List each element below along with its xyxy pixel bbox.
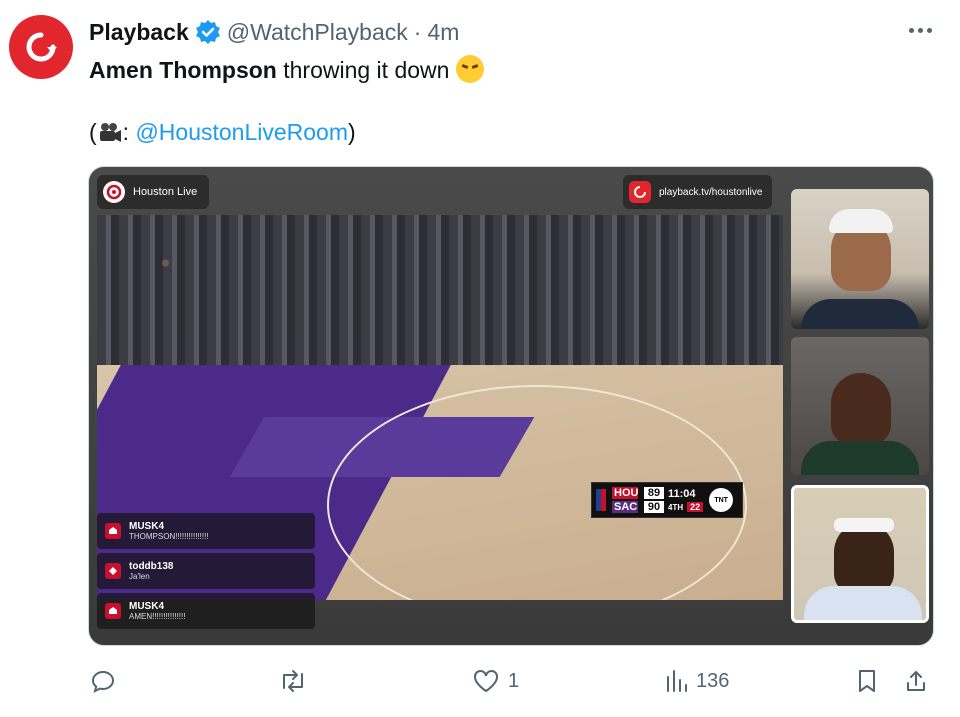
chat-username: MUSK4 [129,521,165,532]
webcam-torso [801,441,919,475]
stream-label-text: Houston Live [133,186,198,198]
cap-shape [829,209,893,233]
webcam-3 [791,485,929,623]
share-button[interactable] [904,668,928,694]
team-1-abbr: HOU [612,487,639,499]
chat-user-icon [105,603,121,619]
chat-message: MUSK4 AMEN!!!!!!!!!!!!!!! [97,593,315,629]
bookmark-icon [859,670,875,692]
tnt-logo: TNT [709,488,734,512]
chat-text: AMEN!!!!!!!!!!!!!!! [129,612,186,621]
paren-close: ) [348,119,356,145]
angry-face-emoji-icon [455,55,484,83]
scoreboard: HOU 89 SAC 90 11:04 4TH 22 TNT [591,482,743,518]
views-button[interactable]: 136 [664,668,729,694]
stream-url-text: playback.tv/houstonlive [659,186,763,198]
playback-small-logo-icon [629,181,651,203]
tweet-text-line-1: Amen Thompson throwing it down [89,55,484,84]
headband-shape [834,518,894,532]
tweet-actions: 1 136 [88,662,934,702]
mention-link[interactable]: @HoustonLiveRoom [135,119,348,145]
tweet-text-line-2: ( : @HoustonLiveRoom) [89,119,356,150]
chat-message: MUSK4 THOMPSON!!!!!!!!!!!!!!! [97,513,315,549]
playback-logo-icon [26,32,57,62]
retweet-button[interactable] [278,668,316,694]
tweet-timestamp[interactable]: 4m [427,19,459,46]
share-icon [907,671,925,691]
webcam-person [831,373,891,445]
bookmark-button[interactable] [856,668,878,694]
header-separator: · [413,18,422,45]
video-camera-emoji-icon [97,122,123,150]
like-count: 1 [508,669,520,692]
chat-message: toddb138 Ja'len [97,553,315,589]
views-chart-icon [667,670,687,692]
chat-overlay: MUSK4 THOMPSON!!!!!!!!!!!!!!! toddb138 Ja'… [97,513,315,633]
crowd-area [97,215,783,375]
team-2-abbr: SAC [612,501,638,513]
chat-user-icon [105,563,121,579]
tweet-text-bold: Amen Thompson [89,57,277,83]
webcam-person [834,522,894,594]
author-handle[interactable]: @WatchPlayback [227,19,408,46]
tweet-text-rest: throwing it down [276,57,450,83]
game-clock: 11:04 [668,488,696,500]
shot-clock: 22 [687,502,704,512]
like-button[interactable]: 1 [472,668,519,694]
views-count: 136 [696,669,730,692]
reply-icon [91,670,115,693]
video-media[interactable]: Houston Live playback.tv/houstonlive HOU… [88,166,934,646]
tweet-header: Playback @WatchPlayback · 4m [89,17,459,47]
chat-text: Ja'len [129,572,150,581]
colon-text: : [122,119,136,145]
chat-username: toddb138 [129,561,174,572]
nba-logo-icon [596,489,606,511]
chat-text: THOMPSON!!!!!!!!!!!!!!! [129,532,209,541]
team-2-score: 90 [644,501,664,513]
author-name[interactable]: Playback [89,19,189,46]
game-period: 4TH [668,502,684,512]
webcam-torso [801,299,919,329]
heart-icon [474,670,498,693]
stream-url-label: playback.tv/houstonlive [623,175,773,209]
webcam-2 [791,337,929,475]
chat-username: MUSK4 [129,601,165,612]
paren-open: ( [89,119,97,145]
reply-button[interactable] [90,668,124,694]
retweet-icon [283,670,303,692]
houston-live-logo-icon [103,181,125,203]
stream-label: Houston Live [97,175,210,209]
chat-user-icon [105,523,121,539]
team-1-score: 89 [644,487,664,499]
more-options-icon[interactable] [909,28,932,33]
verified-badge-icon[interactable] [195,19,221,45]
webcam-1 [791,189,929,329]
webcam-torso [804,586,922,620]
author-avatar[interactable] [9,15,73,79]
